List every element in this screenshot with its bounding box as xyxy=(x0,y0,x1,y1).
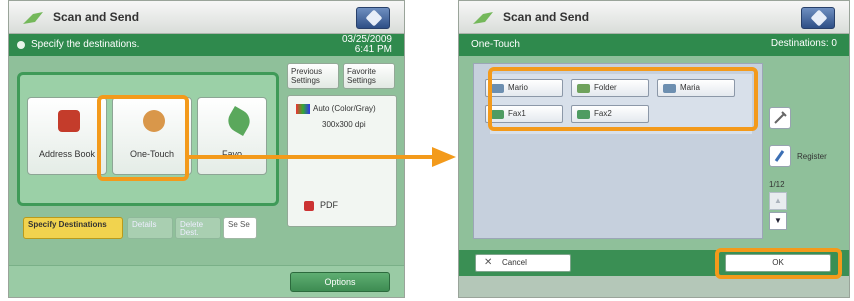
instruction-banner: Specify the destinations. 03/25/2009 6:4… xyxy=(9,34,404,56)
color-mode-setting[interactable]: Auto (Color/Gray) xyxy=(296,104,396,114)
status-monitor-icon xyxy=(365,9,383,27)
title-bar: Scan and Send xyxy=(459,1,849,34)
resolution-value[interactable]: 300x300 dpi xyxy=(322,120,396,129)
options-button[interactable]: Options xyxy=(290,272,390,292)
tab-send-to-myself[interactable]: Se Se xyxy=(223,217,257,239)
tab-delete-destination[interactable]: Delete Dest. xyxy=(175,217,221,239)
tab-specify-destinations[interactable]: Specify Destinations xyxy=(23,217,123,239)
edit-tool-button[interactable] xyxy=(769,107,791,129)
time-text: 6:41 PM xyxy=(354,44,392,55)
banner-title: One-Touch xyxy=(471,39,520,50)
transition-arrow-icon xyxy=(186,147,456,167)
color-mode-icon xyxy=(296,104,310,114)
favorite-settings-button[interactable]: Favorite Settings xyxy=(343,63,395,89)
register-pen-icon xyxy=(774,150,785,162)
one-touch-buttons-highlight xyxy=(488,67,758,131)
status-monitor-button[interactable] xyxy=(356,7,390,29)
destinations-count: Destinations: 0 xyxy=(770,38,837,49)
address-book-label: Address Book xyxy=(38,149,96,159)
app-title: Scan and Send xyxy=(503,10,590,24)
cancel-label: Cancel xyxy=(502,258,527,267)
address-book-icon xyxy=(58,110,80,132)
date-time: 03/25/2009 6:41 PM xyxy=(342,35,392,55)
instruction-text: Specify the destinations. xyxy=(31,39,140,50)
previous-settings-button[interactable]: Previous Settings xyxy=(287,63,339,89)
app-title: Scan and Send xyxy=(53,10,140,24)
one-touch-highlight xyxy=(97,95,189,181)
pdf-icon xyxy=(304,200,314,211)
status-monitor-icon xyxy=(810,9,828,27)
color-mode-value: Auto (Color/Gray) xyxy=(313,104,376,113)
file-format-value: PDF xyxy=(320,200,338,210)
scan-send-app-icon xyxy=(21,10,45,26)
tool-icon xyxy=(774,111,787,124)
bottom-bar: Options xyxy=(9,265,404,297)
address-book-button[interactable]: Address Book xyxy=(27,97,107,175)
bottom-bar xyxy=(459,276,849,297)
status-monitor-button[interactable] xyxy=(801,7,835,29)
tab-details[interactable]: Details xyxy=(127,217,173,239)
register-button[interactable] xyxy=(769,145,791,167)
file-format-setting[interactable]: PDF xyxy=(304,200,396,211)
page-indicator: 1/12 xyxy=(769,180,785,189)
cancel-button[interactable]: ✕ Cancel xyxy=(475,254,571,272)
one-touch-banner: One-Touch Destinations: 0 xyxy=(459,34,849,56)
scroll-down-button[interactable]: ▼ xyxy=(769,212,787,230)
favorites-leaf-icon xyxy=(223,105,255,137)
info-dot-icon xyxy=(17,41,25,49)
scroll-up-button[interactable]: ▲ xyxy=(769,192,787,210)
scan-send-app-icon xyxy=(471,10,495,26)
close-icon: ✕ xyxy=(484,257,493,268)
ok-button-highlight xyxy=(715,248,842,279)
register-label: Register xyxy=(797,152,827,161)
title-bar: Scan and Send xyxy=(9,1,404,34)
